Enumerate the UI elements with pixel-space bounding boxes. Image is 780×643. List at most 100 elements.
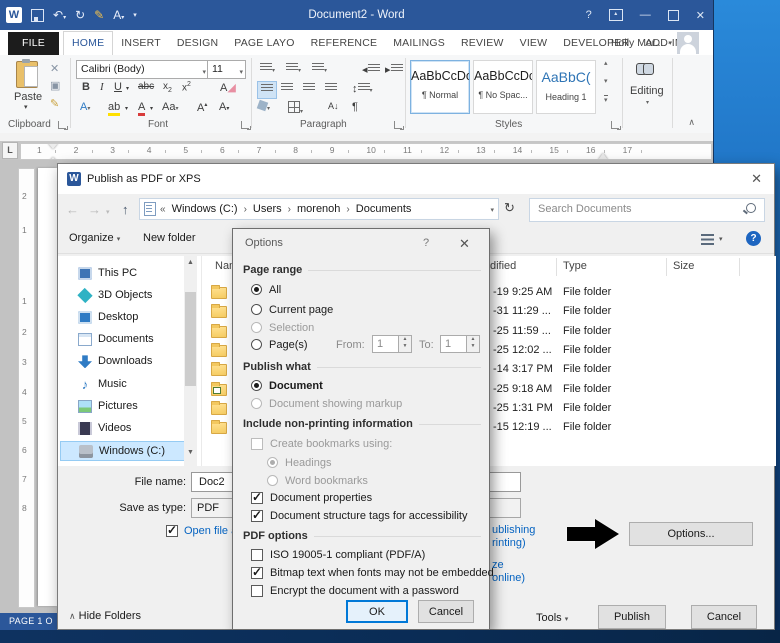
column-header-type[interactable]: Type [563, 260, 587, 272]
address-bar[interactable]: « Windows (C:) › Users › morenoh › Documents ▾ [139, 198, 499, 220]
find-binoculars-icon[interactable] [636, 63, 654, 77]
shrink-font-icon[interactable]: A▾ [219, 101, 229, 113]
history-dropdown-icon[interactable]: ▾ [106, 208, 110, 216]
tab-design[interactable]: DESIGN [169, 32, 226, 55]
sidebar-item-videos[interactable]: Videos [60, 419, 185, 439]
avatar[interactable] [677, 31, 699, 54]
close-icon[interactable]: ✕ [459, 236, 470, 252]
font-color-icon[interactable]: A [138, 101, 146, 116]
tab-mailings[interactable]: MAILINGS [385, 32, 453, 55]
sidebar-item-music[interactable]: ♪ Music [60, 375, 185, 395]
view-options-icon[interactable] [701, 234, 714, 245]
tab-reference[interactable]: REFERENCE [303, 32, 386, 55]
change-case-icon[interactable]: Aa▾ [162, 101, 178, 113]
checkbox-document-properties[interactable]: Document properties [251, 490, 372, 505]
document-page[interactable] [38, 168, 57, 606]
tab-review[interactable]: REVIEW [453, 32, 512, 55]
search-input[interactable] [536, 202, 730, 216]
sidebar-item-windows-c-[interactable]: Windows (C:) [60, 440, 185, 461]
font-launcher-icon[interactable] [241, 121, 251, 130]
sidebar-item-this-pc[interactable]: This PC [60, 264, 185, 284]
help-icon[interactable]: ? [423, 237, 429, 249]
minimize-icon[interactable]: — [640, 9, 651, 21]
from-spinner[interactable]: 1 ▲ ▼ [372, 335, 412, 353]
format-painter-icon[interactable]: ✎ [50, 97, 59, 110]
scroll-down-icon[interactable]: ▼ [184, 447, 197, 459]
checkbox-iso-compliant[interactable]: ISO 19005-1 compliant (PDF/A) [251, 547, 425, 562]
ok-button[interactable]: OK [346, 600, 408, 623]
checkbox-bitmap-text[interactable]: Bitmap text when fonts may not be embedd… [251, 565, 494, 580]
right-indent-marker[interactable] [598, 148, 608, 159]
account-area[interactable]: Holly Mor... ▾ [611, 30, 699, 55]
up-icon[interactable]: ↑ [122, 202, 129, 217]
organize-button[interactable]: Organize ▾ [69, 232, 120, 244]
justify-button[interactable] [325, 83, 337, 95]
subscript-button[interactable]: x2 [163, 81, 172, 94]
editing-dropdown-icon[interactable]: ▾ [646, 99, 649, 106]
sidebar-item-downloads[interactable]: Downloads [60, 352, 185, 372]
bullets-icon[interactable]: ▾ [260, 63, 275, 75]
align-center-button[interactable] [281, 83, 293, 95]
align-left-button[interactable] [257, 81, 277, 99]
checkbox-encrypt[interactable]: Encrypt the document with a password [251, 583, 459, 598]
sidebar-item-desktop[interactable]: Desktop [60, 308, 185, 328]
breadcrumb-item[interactable]: Windows (C:) [170, 203, 240, 215]
breadcrumb-item[interactable]: Users [251, 203, 284, 215]
paste-icon[interactable] [16, 59, 38, 88]
address-dropdown-icon[interactable]: ▾ [490, 206, 494, 214]
hanging-indent-marker[interactable] [48, 152, 58, 159]
font-name-combo[interactable]: Calibri (Body) ▾ [76, 60, 209, 79]
superscript-button[interactable]: x2 [182, 81, 191, 93]
breadcrumb-item[interactable]: Documents [354, 203, 414, 215]
clipboard-launcher-icon[interactable] [58, 121, 68, 130]
open-after-checkbox[interactable] [166, 523, 178, 537]
cancel-button[interactable]: Cancel [691, 605, 757, 629]
align-right-button[interactable] [303, 83, 315, 95]
style-card-2[interactable]: AaBbC(Heading 1 [536, 60, 596, 114]
font-color-dropdown-icon[interactable]: ▾ [150, 105, 153, 112]
radio-document[interactable]: Document [251, 378, 323, 393]
radio-pages[interactable]: Page(s) [251, 337, 308, 352]
scroll-up-icon[interactable]: ▲ [184, 257, 197, 269]
radio-current-page[interactable]: Current page [251, 302, 333, 317]
sort-icon[interactable]: A↓ [328, 101, 339, 111]
multilevel-list-icon[interactable]: ▾ [312, 63, 327, 75]
tab-view[interactable]: VIEW [512, 32, 556, 55]
options-cancel-button[interactable]: Cancel [418, 600, 474, 623]
cut-icon[interactable]: ✕ [50, 62, 59, 75]
show-paragraph-marks-icon[interactable]: ¶ [352, 101, 358, 113]
maximize-icon[interactable] [667, 9, 679, 21]
styles-scroll-up-icon[interactable]: ▴ [604, 59, 608, 67]
numbering-icon[interactable]: ▾ [286, 63, 301, 75]
style-card-0[interactable]: AaBbCcDc ¶ Normal [410, 60, 470, 114]
tab-stop-selector[interactable]: L [2, 142, 18, 159]
tab-page-layo[interactable]: PAGE LAYO [226, 32, 302, 55]
grow-font-icon[interactable]: A▴ [197, 101, 207, 114]
shading-icon[interactable]: ▾ [256, 99, 270, 113]
help-icon[interactable]: ? [586, 9, 592, 21]
sidebar-item-documents[interactable]: Documents [60, 330, 185, 350]
radio-all[interactable]: All [251, 282, 281, 297]
checkbox-structure-tags[interactable]: Document structure tags for accessibilit… [251, 508, 467, 523]
tab-file[interactable]: FILE [8, 32, 59, 55]
text-effects-icon[interactable]: A▾ [80, 101, 90, 113]
nav-scrollbar[interactable]: ▲ ▼ [184, 256, 197, 466]
line-spacing-icon[interactable]: ↕ ▾ [352, 83, 373, 95]
tab-insert[interactable]: INSERT [113, 32, 169, 55]
scrollbar-thumb[interactable] [185, 292, 196, 386]
bold-button[interactable]: B [82, 81, 90, 93]
underline-button[interactable]: U [114, 81, 122, 93]
new-folder-button[interactable]: New folder [143, 232, 196, 244]
highlight-dropdown-icon[interactable]: ▾ [125, 105, 128, 112]
styles-launcher-icon[interactable] [611, 121, 621, 130]
paragraph-launcher-icon[interactable] [394, 121, 404, 130]
refresh-icon[interactable]: ↻ [504, 200, 515, 216]
sidebar-item-pictures[interactable]: Pictures [60, 397, 185, 417]
styles-more-icon[interactable]: ▾ [604, 95, 608, 104]
close-icon[interactable]: ✕ [696, 9, 705, 22]
forward-icon[interactable]: → [88, 202, 101, 217]
increase-indent-icon[interactable]: ▸ [385, 63, 403, 76]
italic-button[interactable]: I [100, 81, 104, 93]
ribbon-display-icon[interactable]: ▴ [608, 9, 623, 21]
search-icon[interactable] [746, 203, 756, 213]
